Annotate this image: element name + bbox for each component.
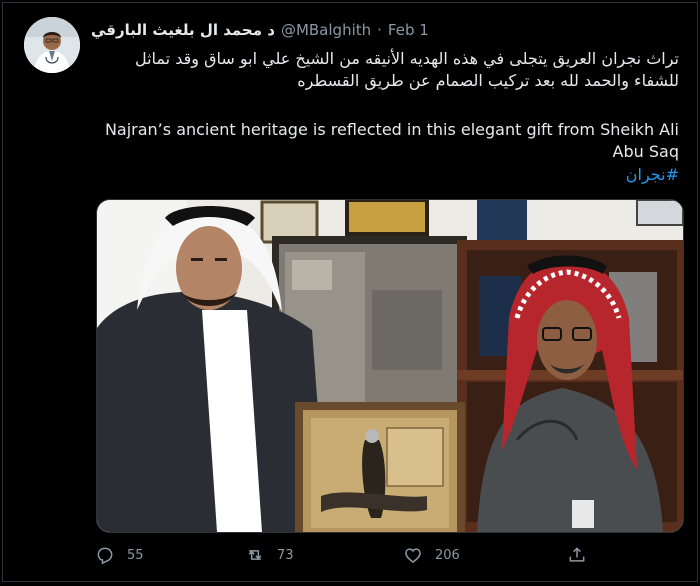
like-count: 206	[435, 547, 460, 563]
tweet-text-arabic: تراث نجران العريق يتجلى في هذه الهديه ال…	[134, 49, 679, 90]
tweet-card[interactable]: د محمد ال بلغيث البارقي @MBalghith · Feb…	[2, 2, 698, 582]
share-icon	[569, 547, 585, 562]
hashtag-link[interactable]: #نجران	[626, 165, 679, 184]
share-button[interactable]	[567, 545, 587, 565]
retweet-icon	[248, 550, 262, 560]
reply-button[interactable]: 55	[95, 545, 144, 565]
retweet-count: 73	[277, 547, 294, 563]
author-name[interactable]: د محمد ال بلغيث البارقي	[91, 21, 275, 39]
author-handle[interactable]: @MBalghith	[281, 21, 371, 39]
reply-icon	[97, 547, 113, 565]
photo-image	[97, 200, 683, 532]
retweet-button[interactable]: 73	[245, 545, 294, 565]
tweet-header: د محمد ال بلغيث البارقي @MBalghith · Feb…	[91, 21, 429, 39]
separator-dot: ·	[377, 21, 382, 39]
tweet-text-english: Najran’s ancient heritage is reflected i…	[104, 120, 679, 161]
reply-count: 55	[127, 547, 144, 563]
tweet-date[interactable]: Feb 1	[388, 21, 429, 39]
like-button[interactable]: 206	[403, 545, 460, 565]
tweet-photo[interactable]	[96, 199, 684, 533]
action-bar: 55 73 206	[95, 545, 595, 569]
avatar-image	[24, 17, 80, 73]
avatar[interactable]	[24, 17, 80, 73]
heart-icon	[405, 548, 421, 564]
